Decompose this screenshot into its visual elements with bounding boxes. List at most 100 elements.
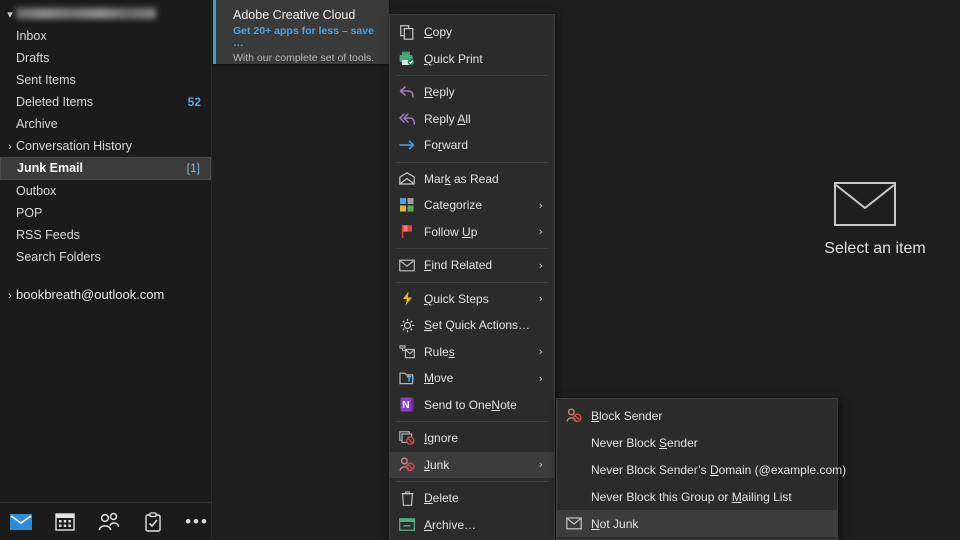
ad-subtitle[interactable]: Get 20+ apps for less – save … (233, 25, 379, 49)
menu-item-label: Quick Steps (424, 291, 489, 306)
menu-item-move[interactable]: Move › (390, 365, 554, 392)
sidebar-item-drafts[interactable]: Drafts (0, 47, 211, 69)
chevron-down-icon[interactable]: ▾ (4, 4, 16, 26)
menu-item-label: Forward (424, 138, 469, 153)
sidebar-item-conversation-history[interactable]: › Conversation History (0, 135, 211, 157)
menu-item-delete[interactable]: Delete (390, 485, 554, 512)
menu-item-label: Set Quick Actions… (424, 318, 531, 333)
menu-item-label: Archive… (424, 517, 477, 532)
folder-label: Drafts (16, 51, 50, 65)
menu-item-find-related[interactable]: Find Related › (390, 252, 554, 279)
menu-item-quick-print[interactable]: Quick Print (390, 46, 554, 73)
sidebar-item-second-account[interactable]: › bookbreath@outlook.com (0, 284, 211, 306)
menu-item-ignore[interactable]: Ignore (390, 425, 554, 452)
sidebar-item-inbox[interactable]: Inbox (0, 25, 211, 47)
follow-up-flag-icon (396, 223, 418, 241)
sidebar-item-junk-email[interactable]: Junk Email [1] (0, 157, 211, 180)
submenu-item-not-junk[interactable]: Not Junk (557, 510, 837, 537)
reply-all-icon (396, 110, 418, 128)
advertisement-card[interactable]: Adobe Creative Cloud Get 20+ apps for le… (213, 0, 389, 64)
menu-item-junk[interactable]: Junk › (390, 451, 554, 478)
no-icon (563, 434, 585, 452)
menu-item-set-quick-actions[interactable]: Set Quick Actions… (390, 312, 554, 339)
chevron-right-icon: › (538, 458, 543, 472)
chevron-right-icon: › (538, 345, 543, 359)
chevron-right-icon[interactable]: › (4, 136, 16, 158)
junk-submenu: Block Sender Never Block Sender Never Bl… (556, 398, 846, 540)
submenu-item-never-block-sender[interactable]: Never Block Sender (557, 429, 837, 456)
rules-icon (396, 343, 418, 361)
archive-icon (396, 516, 418, 534)
menu-item-label: Delete (424, 491, 459, 506)
ellipsis-glyph: ••• (185, 511, 209, 531)
chevron-right-icon: › (538, 371, 543, 385)
gear-icon (396, 316, 418, 334)
menu-separator (396, 421, 548, 422)
folder-label: Conversation History (16, 139, 133, 153)
junk-icon (396, 456, 418, 474)
menu-item-mark-as-read[interactable]: Mark as Read (390, 166, 554, 193)
menu-separator (396, 161, 548, 163)
submenu-item-never-block-group-or-mailing-list[interactable]: Never Block this Group or Mailing List (557, 483, 837, 510)
quick-print-icon (396, 50, 418, 68)
submenu-item-block-sender[interactable]: Block Sender (557, 402, 837, 429)
sidebar-item-sent-items[interactable]: Sent Items (0, 69, 211, 91)
tasks-icon[interactable] (140, 510, 166, 534)
folder-sidebar: ▾ Inbox Drafts Sent Items Deleted Items … (0, 0, 212, 540)
chevron-right-icon[interactable]: › (4, 285, 16, 307)
find-related-icon (396, 256, 418, 274)
reply-icon (396, 83, 418, 101)
menu-item-forward[interactable]: Forward (390, 132, 554, 159)
svg-text:N: N (402, 400, 409, 411)
chevron-right-icon: › (538, 198, 543, 212)
people-icon[interactable] (96, 510, 122, 534)
folder-label: Junk Email (17, 161, 83, 175)
calendar-icon[interactable] (52, 510, 78, 534)
mail-icon[interactable] (8, 510, 34, 534)
folder-label: Archive (16, 117, 58, 131)
menu-separator (396, 248, 548, 249)
sidebar-item-rss-feeds[interactable]: RSS Feeds (0, 224, 211, 246)
menu-item-label: Mark as Read (424, 171, 499, 186)
forward-icon (396, 136, 418, 154)
sidebar-item-pop[interactable]: POP (0, 202, 211, 224)
menu-item-label: Reply (424, 85, 455, 100)
submenu-item-label: Block Sender (591, 408, 663, 423)
folder-label: Search Folders (16, 250, 101, 264)
menu-item-reply[interactable]: Reply (390, 79, 554, 106)
onenote-icon: N (396, 396, 418, 414)
move-icon (396, 369, 418, 387)
menu-item-reply-all[interactable]: Reply All (390, 106, 554, 133)
block-sender-icon (563, 407, 585, 425)
sidebar-item-archive[interactable]: Archive (0, 113, 211, 135)
menu-item-rules[interactable]: Rules › (390, 339, 554, 366)
submenu-item-label: Never Block Sender (591, 435, 698, 450)
menu-item-categorize[interactable]: Categorize › (390, 192, 554, 219)
more-options-icon[interactable]: ••• (184, 510, 210, 534)
sidebar-item-outbox[interactable]: Outbox (0, 180, 211, 202)
menu-item-follow-up[interactable]: Follow Up › (390, 219, 554, 246)
not-junk-icon (563, 515, 585, 533)
menu-item-label: Find Related (424, 258, 493, 273)
menu-item-label: Follow Up (424, 224, 478, 239)
envelope-icon (834, 182, 896, 226)
menu-item-quick-steps[interactable]: Quick Steps › (390, 286, 554, 313)
sidebar-item-search-folders[interactable]: Search Folders (0, 246, 211, 268)
sidebar-item-deleted-items[interactable]: Deleted Items 52 (0, 91, 211, 113)
menu-item-label: Move (424, 371, 454, 386)
folder-label: POP (16, 206, 43, 220)
menu-separator (396, 481, 548, 482)
menu-item-archive[interactable]: Archive… (390, 512, 554, 539)
redacted-email-address (16, 8, 156, 20)
account-header-row[interactable]: ▾ (0, 3, 211, 25)
ad-title: Adobe Creative Cloud (233, 8, 356, 22)
submenu-item-label: Never Block this Group or Mailing List (591, 489, 792, 504)
menu-item-copy[interactable]: Copy (390, 19, 554, 46)
submenu-item-never-block-senders-domain[interactable]: Never Block Sender’s Domain (@example.co… (557, 456, 846, 483)
menu-item-send-to-onenote[interactable]: N Send to OneNote (390, 392, 554, 419)
menu-item-label: Junk (424, 457, 450, 472)
no-icon (563, 488, 585, 506)
menu-item-label: Ignore (424, 431, 459, 446)
folder-label: Outbox (16, 184, 57, 198)
folder-label: Inbox (16, 29, 47, 43)
